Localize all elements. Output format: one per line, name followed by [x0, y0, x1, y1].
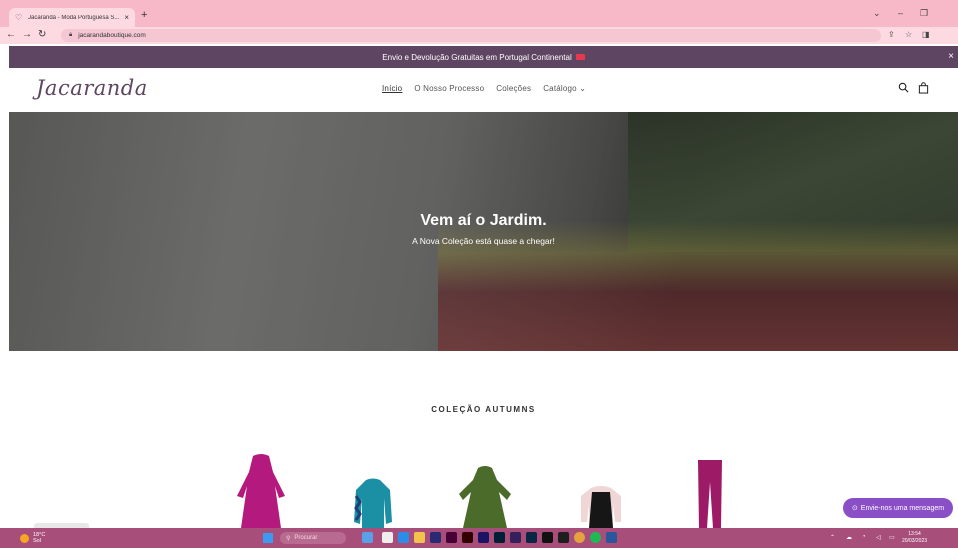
hero-text: Vem aí o Jardim. A Nova Coleção está qua…: [9, 212, 958, 246]
windows-taskbar: 18°C Sol ⚲ Procurar ⌃ ☁ ◔ ◁ ▭ 13:54 20/0…: [0, 528, 958, 548]
url-text: jacarandaboutique.com: [78, 32, 146, 39]
spotify-app-icon[interactable]: [590, 532, 601, 543]
clock-time: 13:54: [908, 531, 921, 537]
wifi-icon[interactable]: ◔: [862, 534, 866, 540]
cart-bag-icon[interactable]: [918, 82, 929, 97]
product-magenta-trousers[interactable]: [695, 458, 725, 528]
announcement-close-icon[interactable]: ×: [948, 51, 954, 62]
widgets-app-icon[interactable]: [362, 532, 373, 543]
volume-icon[interactable]: ◁: [876, 534, 881, 541]
menu-item-processo[interactable]: O Nosso Processo: [414, 84, 484, 93]
address-bar-row: ← → ↻ 🔒︎ jacarandaboutique.com ⇪ ☆ ◨ J: [0, 27, 958, 68]
hero-subtitle: A Nova Coleção está quase a chegar!: [412, 236, 555, 246]
share-icon[interactable]: ⇪: [888, 30, 895, 39]
collection-title: COLEÇÃO AUTUMNS: [431, 405, 536, 414]
reload-icon[interactable]: ↻: [38, 29, 46, 40]
teams-app-icon[interactable]: [398, 532, 409, 543]
illustrator-app-icon[interactable]: [462, 532, 473, 543]
chat-label: Envie-nos uma mensagem: [860, 504, 945, 512]
lock-icon: 🔒︎: [69, 32, 73, 38]
xd-app-icon[interactable]: [446, 532, 457, 543]
main-menu: Início O Nosso Processo Coleções Catálog…: [382, 84, 586, 93]
browser-tab[interactable]: ♡ Jacarandá - Moda Portuguesa S... ×: [9, 8, 135, 27]
browser-tab-bar: ♡ Jacarandá - Moda Portuguesa S... × + ⌄…: [0, 0, 958, 27]
file-explorer-icon[interactable]: [414, 532, 425, 543]
announcement-text: Envio e Devolução Gratuitas em Portugal …: [382, 52, 572, 62]
battery-icon[interactable]: ▭: [889, 534, 895, 541]
site-favicon-icon: ♡: [15, 13, 23, 22]
chat-icon: ⊙: [851, 505, 858, 512]
hero-title: Vem aí o Jardim.: [420, 212, 547, 229]
minimize-icon[interactable]: –: [898, 8, 903, 18]
chrome-app-icon[interactable]: [574, 532, 585, 543]
sun-icon: [20, 533, 29, 543]
taskbar-search-label: Procurar: [294, 535, 318, 541]
taskbar-clock[interactable]: 13:54 20/03/2023: [902, 531, 927, 545]
search-icon: ⚲: [286, 535, 291, 542]
announcement-bar: Envio e Devolução Gratuitas em Portugal …: [9, 46, 958, 68]
tray-chevron-icon[interactable]: ⌃: [830, 534, 835, 541]
hero-banner[interactable]: Vem aí o Jardim. A Nova Coleção está qua…: [9, 112, 958, 351]
tab-search-chevron-icon[interactable]: ⌄: [873, 8, 881, 19]
tab-close-icon[interactable]: ×: [124, 13, 129, 22]
clock-date: 20/03/2023: [902, 538, 928, 544]
windows-start-icon[interactable]: [263, 533, 273, 543]
search-icon[interactable]: [898, 82, 909, 96]
netflix-app-icon[interactable]: [542, 532, 553, 543]
menu-item-inicio[interactable]: Início: [382, 84, 402, 93]
photoshop-app-icon[interactable]: [494, 532, 505, 543]
weather-widget[interactable]: 18°C Sol: [20, 532, 45, 544]
back-icon[interactable]: ←: [6, 29, 16, 40]
aftereffects-app-icon[interactable]: [478, 532, 489, 543]
product-black-top[interactable]: [579, 484, 623, 528]
restore-icon[interactable]: ❐: [920, 8, 928, 19]
forward-icon[interactable]: →: [22, 29, 32, 40]
product-magenta-dress[interactable]: [235, 452, 287, 528]
menu-item-catalogo[interactable]: Catálogo ⌄: [543, 84, 586, 93]
site-logo[interactable]: Jacaranda: [36, 76, 148, 100]
portugal-flag-icon: [575, 54, 585, 60]
product-green-dress[interactable]: [457, 464, 513, 528]
tab-title: Jacarandá - Moda Portuguesa S...: [28, 14, 120, 21]
url-field[interactable]: 🔒︎ jacarandaboutique.com: [61, 29, 881, 42]
product-row: [9, 452, 958, 528]
new-tab-button[interactable]: +: [141, 9, 147, 21]
lightroom-app-icon[interactable]: [526, 532, 537, 543]
dreamweaver-app-icon[interactable]: [510, 532, 521, 543]
menu-item-colecoes[interactable]: Coleções: [496, 84, 531, 93]
onedrive-icon[interactable]: ☁: [846, 534, 852, 541]
premiere-app-icon[interactable]: [430, 532, 441, 543]
task-view-icon[interactable]: [382, 532, 393, 543]
product-teal-blouse[interactable]: [352, 476, 394, 528]
bookmark-star-icon[interactable]: ☆: [905, 30, 912, 39]
taskbar-search[interactable]: ⚲ Procurar: [280, 532, 346, 544]
word-app-icon[interactable]: [606, 532, 617, 543]
extensions-icon[interactable]: ◨: [922, 30, 930, 39]
chat-button[interactable]: ⊙ Envie-nos uma mensagem: [843, 498, 953, 518]
app-icon[interactable]: [558, 532, 569, 543]
site-header: Jacaranda Início O Nosso Processo Coleçõ…: [9, 68, 958, 112]
weather-desc: Sol: [33, 538, 41, 544]
